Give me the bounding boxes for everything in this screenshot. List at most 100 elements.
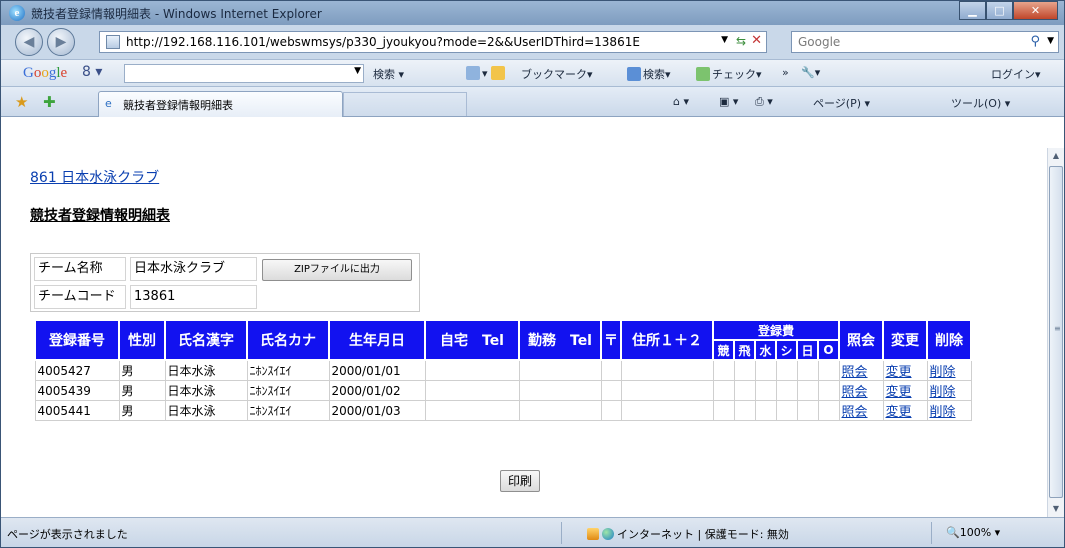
status-bar: ページが表示されました インターネット | 保護モード: 無効 🔍100% ▾: [1, 517, 1064, 547]
change-link[interactable]: 変更: [886, 365, 912, 380]
zoom-level[interactable]: 🔍100% ▾: [946, 526, 1000, 539]
header-fee-sub: 競: [712, 339, 735, 361]
inquiry-link[interactable]: 照会: [842, 405, 868, 420]
cell-home-tel: [424, 359, 520, 381]
cell-change: 変更: [882, 380, 928, 401]
address-bar[interactable]: http://192.168.116.101/webswmsys/p330_jy…: [99, 31, 767, 53]
delete-link[interactable]: 削除: [930, 405, 956, 420]
cell-postal: [600, 400, 622, 421]
window-title: 競技者登録情報明細表 - Windows Internet Explorer: [31, 7, 322, 21]
inquiry-link[interactable]: 照会: [842, 385, 868, 400]
logo-letter: G: [23, 65, 34, 81]
page-icon: [106, 35, 120, 49]
cell-dob: 2000/01/01: [328, 359, 426, 381]
refresh-icon[interactable]: ⇆: [736, 34, 746, 48]
toolbar-icon-buttons[interactable]: ▾: [466, 66, 507, 80]
search-icon[interactable]: ⚲: [1030, 34, 1040, 49]
cell-address: [620, 380, 714, 401]
google-search-input[interactable]: ▼: [124, 64, 364, 83]
add-favorites-icon[interactable]: ✚: [43, 93, 56, 111]
cell-work-tel: [518, 359, 602, 381]
delete-link[interactable]: 削除: [930, 365, 956, 380]
header-fee: 登録費: [712, 319, 840, 341]
zip-export-button[interactable]: ZIPファイルに出力: [262, 259, 412, 281]
header-reg-no: 登録番号: [34, 319, 120, 361]
page-title: 競技者登録情報明細表: [30, 208, 170, 224]
scroll-down-arrow[interactable]: ▼: [1048, 501, 1064, 517]
cell-inquiry: 照会: [838, 380, 884, 401]
header-delete: 削除: [926, 319, 972, 361]
star-icon: [491, 66, 506, 80]
header-dob: 生年月日: [328, 319, 426, 361]
address-dropdown-icon[interactable]: ▼: [721, 35, 728, 45]
search-placeholder: Google: [798, 35, 841, 49]
cell-fee: [817, 380, 840, 401]
home-icon[interactable]: ⌂ ▾: [673, 95, 689, 108]
status-text: ページが表示されました: [7, 528, 128, 541]
forward-button[interactable]: ▶: [47, 28, 75, 56]
cell-address: [620, 359, 714, 381]
favorites-star-icon[interactable]: ★: [15, 93, 28, 111]
minimize-button[interactable]: ▁: [959, 1, 986, 20]
tab-bar: ★ ✚ e 競技者登録情報明細表 ⌂ ▾ ▣ ▾ ⎙ ▾ ページ(P) ▾ ツー…: [1, 87, 1064, 117]
new-tab-button[interactable]: [343, 92, 467, 116]
tab-active[interactable]: e 競技者登録情報明細表: [98, 91, 343, 117]
back-button[interactable]: ◀: [15, 28, 43, 56]
google-search-button[interactable]: 検索 ▾: [373, 66, 404, 82]
page-menu[interactable]: ページ(P) ▾: [813, 95, 870, 111]
cell-name-kanji: 日本水泳: [164, 359, 248, 381]
search-box[interactable]: Google ⚲ ▼: [791, 31, 1059, 53]
team-name-label: チーム名称: [34, 257, 126, 281]
title-bar: e 競技者登録情報明細表 - Windows Internet Explorer…: [1, 1, 1064, 25]
header-fee-sub: シ: [775, 339, 798, 361]
maximize-button[interactable]: □: [986, 1, 1013, 20]
search-magnifier-icon: [627, 67, 641, 81]
feeds-icon[interactable]: ▣ ▾: [719, 95, 738, 108]
print-icon[interactable]: ⎙ ▾: [755, 95, 773, 109]
stop-icon[interactable]: ✕: [751, 33, 762, 48]
chevron-down-icon[interactable]: ▼: [354, 66, 361, 76]
cell-gender: 男: [118, 359, 166, 381]
cell-delete: 削除: [926, 380, 972, 401]
logo-letter: e: [60, 65, 68, 81]
cell-home-tel: [424, 380, 520, 401]
security-zone[interactable]: インターネット | 保護モード: 無効: [587, 526, 789, 542]
search-dropdown-icon[interactable]: ▼: [1047, 36, 1054, 46]
address-url[interactable]: http://192.168.116.101/webswmsys/p330_jy…: [126, 35, 711, 49]
cell-reg-no: 4005427: [34, 359, 120, 381]
cell-fee: [817, 400, 840, 421]
cell-reg-no: 4005439: [34, 380, 120, 401]
header-fee-sub: 水: [754, 339, 777, 361]
athlete-table: 登録番号 性別 氏名漢字 氏名カナ 生年月日 自宅 Tel 勤務 Tel 〒 住…: [34, 319, 972, 421]
bookmarks-button[interactable]: ブックマーク▾: [521, 66, 593, 82]
wrench-icon[interactable]: 🔧▾: [801, 66, 820, 79]
ie-icon: e: [9, 5, 25, 21]
vertical-scrollbar[interactable]: ▲ ≡ ▼: [1047, 148, 1064, 517]
cell-name-kana: ﾆﾎﾝｽｲｴｲ: [246, 400, 330, 421]
more-button[interactable]: »: [782, 66, 789, 79]
google-extra-menu[interactable]: 8 ▾: [82, 64, 102, 80]
search2-button[interactable]: 検索▾: [627, 66, 671, 82]
inquiry-link[interactable]: 照会: [842, 365, 868, 380]
change-link[interactable]: 変更: [886, 405, 912, 420]
team-code-label: チームコード: [34, 285, 126, 309]
scroll-up-arrow[interactable]: ▲: [1048, 148, 1064, 164]
delete-link[interactable]: 削除: [930, 385, 956, 400]
scroll-thumb[interactable]: ≡: [1049, 166, 1063, 498]
google-search-label: 検索: [373, 68, 395, 81]
header-inquiry: 照会: [838, 319, 884, 361]
change-link[interactable]: 変更: [886, 385, 912, 400]
team-info-box: チーム名称 日本水泳クラブ ZIPファイルに出力 チームコード 13861: [30, 253, 420, 312]
viewport-left: [1, 117, 13, 517]
tools-menu[interactable]: ツール(O) ▾: [951, 95, 1010, 111]
google-toolbar: Google 8 ▾ ▼ 検索 ▾ ▾ ブックマーク▾ 検索▾ チェック▾ » …: [1, 59, 1064, 87]
google-logo[interactable]: Google: [23, 65, 67, 82]
club-link[interactable]: 861 日本水泳クラブ: [30, 167, 159, 187]
print-button[interactable]: 印刷: [500, 470, 540, 492]
check-button[interactable]: チェック▾: [696, 66, 762, 82]
team-name-value: 日本水泳クラブ: [130, 257, 257, 281]
login-button[interactable]: ログイン▾: [991, 66, 1041, 82]
cell-work-tel: [518, 400, 602, 421]
close-button[interactable]: ✕: [1013, 1, 1058, 20]
cell-fee: [733, 359, 756, 381]
